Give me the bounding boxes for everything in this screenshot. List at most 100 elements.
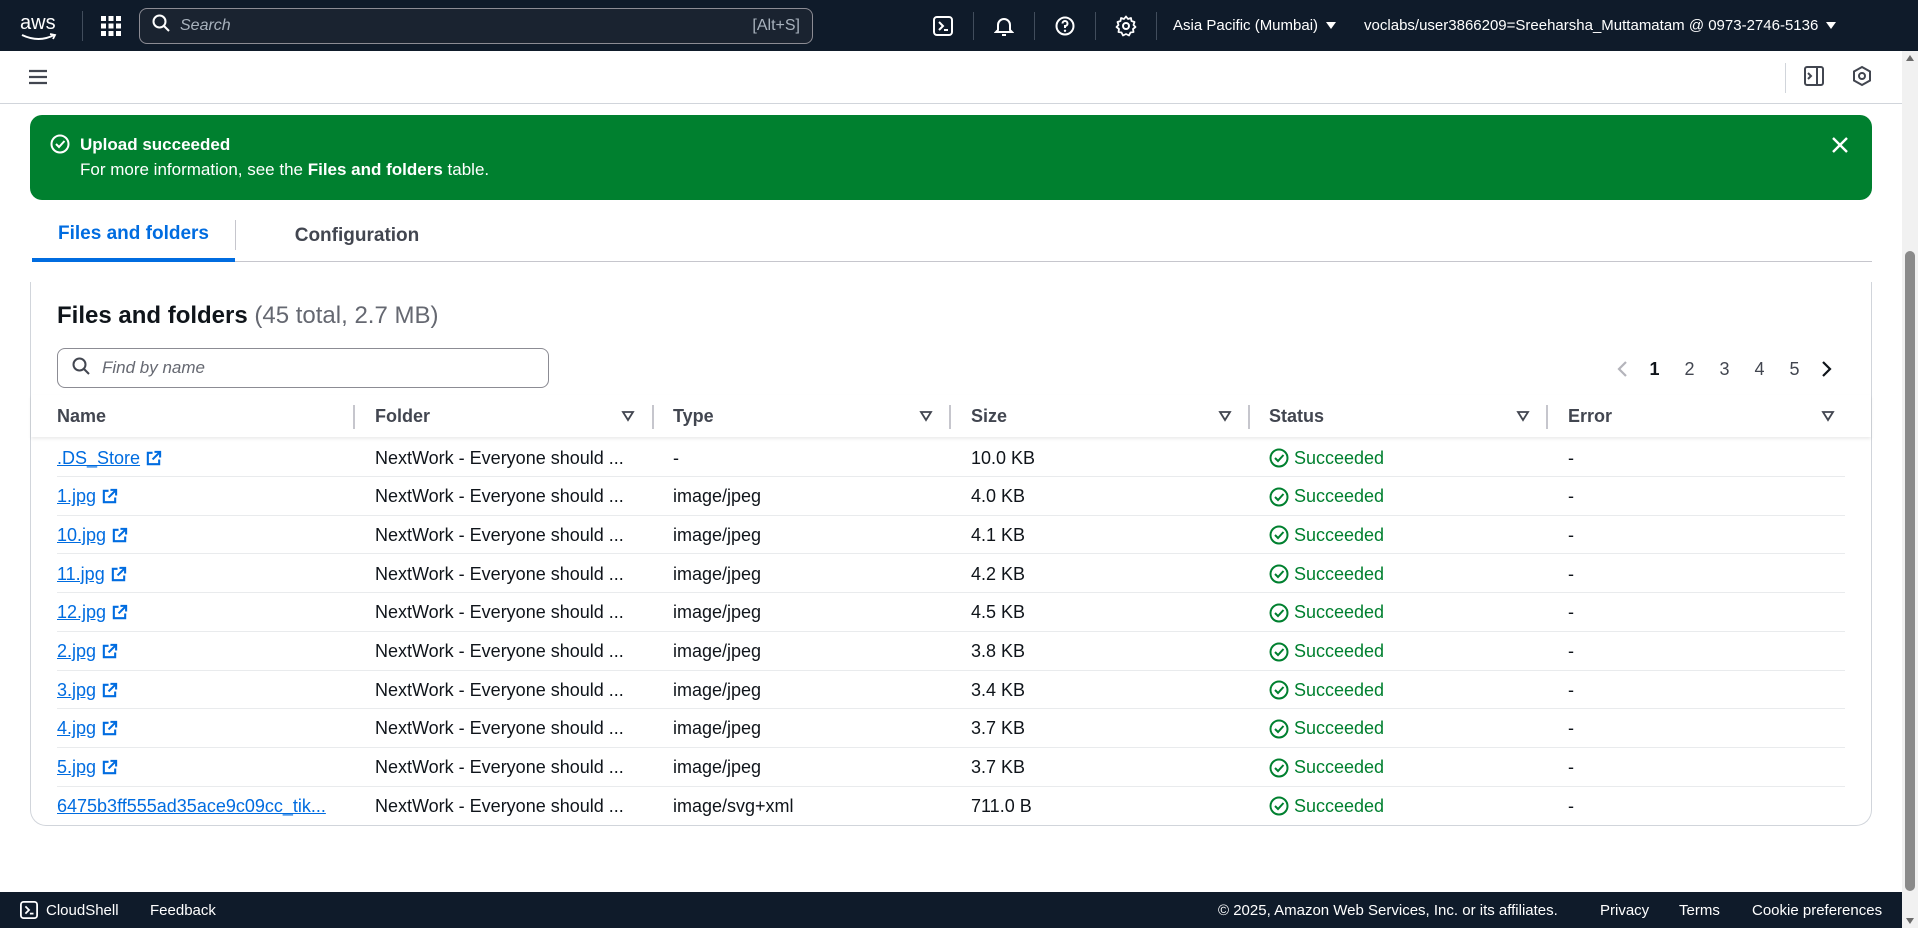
services-menu-icon[interactable] <box>97 12 125 40</box>
type-cell: image/svg+xml <box>673 795 794 816</box>
sort-icon[interactable] <box>621 409 635 423</box>
sort-icon[interactable] <box>1516 409 1530 423</box>
find-by-name-field[interactable] <box>57 348 549 388</box>
status-cell: Succeeded <box>1269 439 1529 477</box>
sort-icon[interactable] <box>1218 409 1232 423</box>
aws-logo[interactable]: aws <box>18 6 68 46</box>
sort-icon[interactable] <box>919 409 933 423</box>
cloudshell-icon[interactable] <box>923 6 963 46</box>
scrollbar-thumb[interactable] <box>1905 251 1915 891</box>
error-cell: - <box>1568 602 1574 623</box>
close-icon[interactable] <box>1830 135 1854 159</box>
search-shortcut: [Alt+S] <box>752 16 800 34</box>
side-navigation-toggle-icon[interactable] <box>28 69 48 90</box>
help-icon[interactable] <box>1045 6 1085 46</box>
cloudshell-button[interactable]: CloudShell <box>20 901 119 919</box>
success-check-icon <box>1269 603 1289 623</box>
scroll-down-arrow-icon[interactable] <box>1906 918 1914 924</box>
external-link-icon <box>112 605 128 620</box>
file-name-link[interactable]: 3.jpg <box>57 671 337 709</box>
folder-cell: NextWork - Everyone should ... <box>375 447 624 468</box>
settings-hexagon-icon[interactable] <box>1851 65 1873 92</box>
column-resizer[interactable] <box>652 405 654 429</box>
column-header-type[interactable]: Type <box>673 395 714 437</box>
size-cell: 10.0 KB <box>971 447 1036 468</box>
chevron-right-icon[interactable] <box>1812 360 1842 378</box>
tab-files-and-folders[interactable]: Files and folders <box>32 210 235 262</box>
page-5[interactable]: 5 <box>1777 359 1812 380</box>
file-name-link[interactable]: 1.jpg <box>57 478 337 516</box>
file-name-link[interactable]: 6475b3ff555ad35ace9c09cc_tik... <box>57 787 337 825</box>
file-name-link[interactable]: 5.jpg <box>57 749 337 787</box>
success-check-icon <box>1269 680 1289 700</box>
account-menu[interactable]: voclabs/user3866209=Sreeharsha_Muttamata… <box>1364 17 1837 34</box>
success-check-icon <box>1269 487 1289 507</box>
file-name-link[interactable]: 4.jpg <box>57 710 337 748</box>
success-check-icon <box>1269 448 1289 468</box>
success-check-icon <box>1269 564 1289 584</box>
page-4[interactable]: 4 <box>1742 359 1777 380</box>
file-name-link[interactable]: 12.jpg <box>57 594 337 632</box>
panel-toggle-icon[interactable] <box>1803 65 1825 92</box>
size-cell: 3.7 KB <box>971 718 1026 739</box>
region-selector[interactable]: Asia Pacific (Mumbai) <box>1173 17 1337 34</box>
notifications-bell-icon[interactable] <box>984 6 1024 46</box>
file-name-link[interactable]: 11.jpg <box>57 555 337 593</box>
table-count: (45 total, 2.7 MB) <box>254 302 439 329</box>
column-header-folder[interactable]: Folder <box>375 395 430 437</box>
status-cell: Succeeded <box>1269 478 1529 516</box>
feedback-link[interactable]: Feedback <box>150 902 216 919</box>
page-3[interactable]: 3 <box>1707 359 1742 380</box>
success-check-icon <box>1269 525 1289 545</box>
global-search[interactable]: [Alt+S] <box>139 7 813 44</box>
external-link-icon <box>102 489 118 504</box>
terms-link[interactable]: Terms <box>1679 902 1720 919</box>
type-cell: image/jpeg <box>673 602 762 623</box>
cookie-preferences-link[interactable]: Cookie preferences <box>1752 902 1882 919</box>
settings-gear-icon[interactable] <box>1106 6 1146 46</box>
external-link-icon <box>112 527 128 543</box>
caret-down-icon <box>1826 22 1837 29</box>
file-name-link[interactable]: 2.jpg <box>57 633 337 671</box>
chevron-left-icon[interactable] <box>1607 360 1637 378</box>
external-link-icon <box>102 759 118 775</box>
tab-configuration[interactable]: Configuration <box>267 210 447 262</box>
top-navigation: aws [Alt+S] Asia P <box>0 0 1918 51</box>
page-2[interactable]: 2 <box>1672 359 1707 380</box>
table-header: Files and folders (45 total, 2.7 MB) <box>57 302 439 329</box>
sort-icon[interactable] <box>1821 409 1835 423</box>
column-header-name[interactable]: Name <box>57 395 106 437</box>
file-name-link[interactable]: 10.jpg <box>57 516 337 554</box>
page-scrollbar[interactable] <box>1902 51 1918 928</box>
success-check-icon <box>1269 796 1289 816</box>
nav-divider <box>1095 11 1096 40</box>
column-header-status[interactable]: Status <box>1269 395 1324 437</box>
page-1[interactable]: 1 <box>1637 359 1672 380</box>
find-by-name-input[interactable] <box>102 358 534 378</box>
column-resizer[interactable] <box>949 405 951 429</box>
type-cell: image/jpeg <box>673 563 762 584</box>
scroll-up-arrow-icon[interactable] <box>1906 55 1914 61</box>
privacy-link[interactable]: Privacy <box>1600 902 1649 919</box>
column-resizer[interactable] <box>353 405 355 429</box>
status-cell: Succeeded <box>1269 516 1529 554</box>
type-cell: image/jpeg <box>673 718 762 739</box>
column-resizer[interactable] <box>1546 405 1548 429</box>
search-input[interactable] <box>180 16 753 35</box>
column-header-size[interactable]: Size <box>971 395 1007 437</box>
banner-title: Upload succeeded <box>80 135 231 154</box>
success-check-icon <box>1269 758 1289 778</box>
column-header-error[interactable]: Error <box>1568 395 1612 437</box>
status-cell: Succeeded <box>1269 749 1529 787</box>
error-cell: - <box>1568 718 1574 739</box>
status-cell: Succeeded <box>1269 710 1529 748</box>
pagination: 1 2 3 4 5 <box>1607 354 1842 384</box>
folder-cell: NextWork - Everyone should ... <box>375 486 624 507</box>
column-resizer[interactable] <box>1248 405 1250 429</box>
size-cell: 4.0 KB <box>971 486 1026 507</box>
file-name-link[interactable]: .DS_Store <box>57 439 337 477</box>
size-cell: 3.8 KB <box>971 641 1026 661</box>
table-row: 3.jpg NextWork - Everyone should ... image… <box>57 671 1845 710</box>
error-cell: - <box>1568 757 1574 778</box>
size-cell: 3.4 KB <box>971 679 1026 700</box>
